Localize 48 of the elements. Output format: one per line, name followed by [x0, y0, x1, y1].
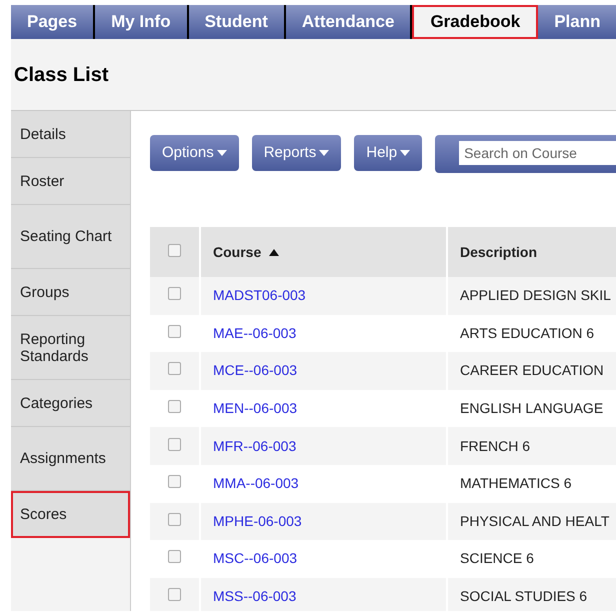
sidebar-item[interactable]: Seating Chart — [11, 205, 130, 269]
caret-icon — [400, 150, 410, 156]
caret-icon — [216, 150, 227, 156]
search-field[interactable]: Search on Course — [459, 141, 616, 165]
course-link[interactable]: MADST06-003 — [213, 287, 306, 304]
column-header[interactable]: Course — [200, 227, 447, 277]
sidebar-item[interactable]: Details — [11, 111, 130, 158]
row-checkbox[interactable] — [168, 362, 181, 376]
sidebar-item[interactable]: Reporting Standards — [11, 316, 130, 380]
sidebar-item[interactable]: Scores — [11, 491, 130, 538]
table-cell: SCIENCE 6 — [447, 540, 616, 578]
menu-button[interactable]: Options — [150, 135, 239, 171]
nav-tab[interactable]: Gradebook — [412, 5, 538, 39]
course-link[interactable]: MCE--06-003 — [213, 362, 298, 378]
sidebar-item[interactable]: Roster — [11, 158, 130, 205]
sidebar-item[interactable]: Categories — [11, 380, 130, 427]
row-checkbox[interactable] — [168, 287, 181, 300]
course-link[interactable]: MPHE-06-003 — [213, 512, 302, 529]
row-checkbox[interactable] — [168, 475, 181, 488]
table-cell: FRENCH 6 — [447, 427, 616, 465]
table-cell: CAREER EDUCATION — [447, 352, 616, 390]
sidebar-item[interactable]: Groups — [11, 269, 130, 316]
table-cell: ARTS EDUCATION 6 — [447, 314, 616, 352]
row-checkbox[interactable] — [168, 400, 181, 414]
menu-button[interactable]: Reports — [252, 135, 342, 171]
menu-button[interactable]: Help — [354, 135, 422, 171]
course-link[interactable]: MSC--06-003 — [213, 550, 298, 566]
row-checkbox[interactable] — [168, 550, 181, 564]
sidebar-item[interactable]: Assignments — [11, 427, 130, 491]
course-link[interactable]: MAE--06-003 — [213, 324, 296, 341]
table-cell: APPLIED DESIGN SKIL — [447, 277, 616, 315]
course-link[interactable]: MEN--06-003 — [213, 400, 298, 416]
table-cell: ENGLISH LANGUAGE — [447, 390, 616, 428]
course-link[interactable]: MSS--06-003 — [213, 588, 296, 604]
course-link[interactable]: MMA--06-003 — [213, 475, 299, 492]
column-header[interactable]: Description — [447, 227, 616, 277]
table-cell: PHYSICAL AND HEALT — [447, 502, 616, 540]
row-checkbox[interactable] — [168, 438, 181, 451]
course-link[interactable]: MFR--06-003 — [213, 438, 296, 454]
nav-tab[interactable]: Plann — [538, 5, 616, 39]
page-title: Class List — [13, 62, 108, 88]
row-checkbox[interactable] — [168, 588, 181, 602]
row-checkbox[interactable] — [168, 324, 181, 338]
select-all-checkbox[interactable] — [168, 244, 181, 256]
row-checkbox[interactable] — [168, 512, 181, 526]
caret-icon — [319, 150, 330, 156]
table-cell: SOCIAL STUDIES 6 — [447, 578, 616, 611]
sort-ascending-icon — [269, 249, 280, 256]
